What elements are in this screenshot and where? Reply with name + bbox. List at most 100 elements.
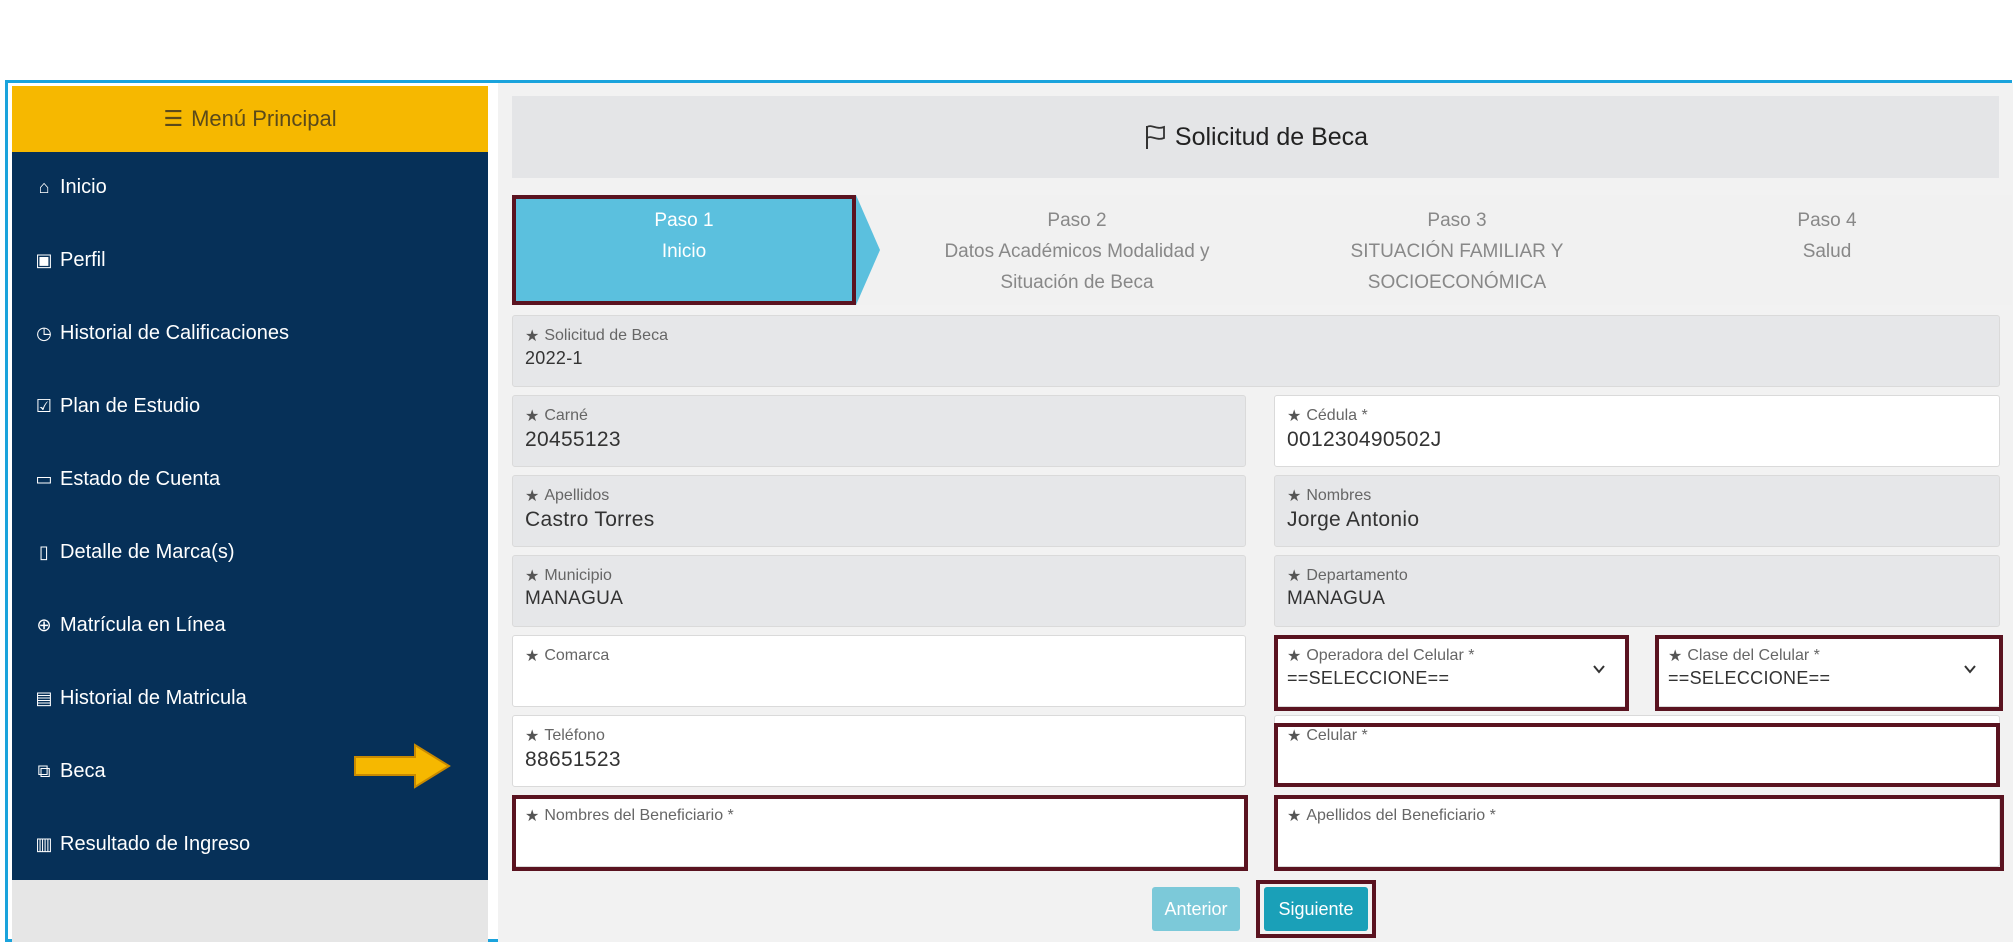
field-label: Clase del Celular * [1687,647,1820,664]
wizard-step-4[interactable]: Paso 4 Salud [1642,195,2012,305]
star-icon: ★ [525,568,540,585]
field-label: Municipio [544,567,612,584]
star-icon: ★ [1287,408,1302,425]
operadora-select[interactable]: ★ Operadora del Celular * ==SELECCIONE== [1274,635,1629,707]
cedula-field[interactable]: ★ Cédula * 001230490502J [1274,395,2000,467]
field-label: Apellidos del Beneficiario * [1306,807,1496,824]
field-label: Celular * [1306,727,1368,744]
field-value: ==SELECCIONE== [1287,668,1450,688]
checklist-icon: ☑ [35,395,53,416]
flag-icon [1145,125,1165,149]
star-icon: ★ [1287,808,1302,825]
step-number: Paso 1 [654,210,714,231]
star-icon: ★ [525,728,540,745]
sidebar-item-plan-estudio[interactable]: ☑ Plan de Estudio [32,386,200,426]
id-card-icon: ▥ [35,833,53,854]
celular-field[interactable]: ★ Celular * [1274,715,2000,787]
pointer-arrow-icon [354,743,451,789]
sidebar-footer [12,880,488,942]
app-frame: ☰ Menú Principal ⌂ Inicio ▣ Perfil ◷ His… [5,80,2013,942]
wizard-step-3[interactable]: Paso 3 SITUACIÓN FAMILIAR Y SOCIOECONÓMI… [1272,195,1642,305]
sidebar-header[interactable]: ☰ Menú Principal [12,86,488,152]
field-value: 20455123 [525,428,621,451]
document-icon: ▯ [39,541,49,562]
chevron-down-icon [1964,665,1976,674]
field-label: Cédula * [1306,407,1368,424]
folder-icon: ▭ [35,468,53,489]
scholarship-icon: ⧉ [37,760,51,781]
field-label: Carné [544,407,588,424]
star-icon: ★ [1287,648,1302,665]
sidebar-item-label: Matrícula en Línea [60,613,226,636]
field-value: MANAGUA [1287,588,1386,609]
star-icon: ★ [525,808,540,825]
field-label: Nombres [1306,487,1372,504]
sidebar-item-label: Resultado de Ingreso [60,832,251,855]
sidebar-item-estado-cuenta[interactable]: ▭ Estado de Cuenta [32,459,220,499]
apellidos-beneficiario-field[interactable]: ★ Apellidos del Beneficiario * [1274,795,2000,867]
comarca-field[interactable]: ★ Comarca [512,635,1246,707]
sidebar-item-label: Historial de Matricula [60,686,247,709]
step-1-arrow [856,195,880,305]
step-number: Paso 4 [1797,210,1857,231]
field-label: Nombres del Beneficiario * [544,807,734,824]
field-value: MANAGUA [525,588,624,609]
sidebar-item-label: Historial de Calificaciones [60,321,289,344]
sidebar-item-label: Beca [60,759,106,782]
sidebar-item-label: Detalle de Marca(s) [60,540,235,563]
star-icon: ★ [1287,568,1302,585]
wizard-steps: Paso 1 Inicio Paso 2 Datos Académicos Mo… [512,195,2012,305]
step-title: Inicio [661,241,707,262]
carne-field: ★ Carné 20455123 [512,395,1246,467]
main-content: Solicitud de Beca Paso 1 Inicio Paso 2 D… [498,83,2013,942]
sidebar-item-matricula-linea[interactable]: ⊕ Matrícula en Línea [32,605,226,645]
star-icon: ★ [525,488,540,505]
sidebar-item-label: Estado de Cuenta [60,467,221,490]
home-icon: ⌂ [38,176,50,197]
sidebar-item-inicio[interactable]: ⌂ Inicio [32,167,107,207]
step-subtitle: SOCIOECONÓMICA [1367,272,1547,293]
field-value[interactable]: 88651523 [525,748,1233,772]
sidebar-item-beca[interactable]: ⧉ Beca [32,751,106,791]
user-card-icon: ▣ [35,249,53,270]
clase-select[interactable]: ★ Clase del Celular * ==SELECCIONE== [1655,635,2000,707]
list-icon: ▤ [35,687,53,708]
step-number: Paso 3 [1427,210,1487,231]
step-number: Paso 2 [1047,210,1107,231]
apellidos-field: ★ Apellidos Castro Torres [512,475,1246,547]
star-icon: ★ [1668,648,1683,665]
field-label: Comarca [544,647,610,664]
page-title-bar: Solicitud de Beca [512,96,1999,178]
nombres-beneficiario-field[interactable]: ★ Nombres del Beneficiario * [512,795,1246,867]
step-title: Salud [1802,241,1852,262]
field-value: Castro Torres [525,508,655,531]
sidebar-item-perfil[interactable]: ▣ Perfil [32,240,106,280]
telefono-field[interactable]: ★ Teléfono 88651523 [512,715,1246,787]
field-value: ==SELECCIONE== [1668,668,1831,688]
sidebar-item-resultado-ingreso[interactable]: ▥ Resultado de Ingreso [32,824,250,864]
wizard-step-1[interactable]: Paso 1 Inicio [512,195,856,305]
sidebar-header-label: Menú Principal [191,106,337,131]
field-value: Jorge Antonio [1287,508,1420,531]
anterior-button[interactable]: Anterior [1152,887,1240,931]
sidebar-item-label: Perfil [60,248,106,271]
star-icon: ★ [1287,488,1302,505]
field-label: Teléfono [544,727,605,744]
siguiente-button[interactable]: Siguiente [1264,887,1368,931]
sidebar-item-historial-matricula[interactable]: ▤ Historial de Matricula [32,678,247,718]
field-value[interactable]: 001230490502J [1287,428,1987,452]
field-label: Departamento [1306,567,1408,584]
step-title: Datos Académicos Modalidad y [944,241,1210,262]
menu-list-icon: ☰ [163,106,184,131]
wizard-step-2[interactable]: Paso 2 Datos Académicos Modalidad y Situ… [892,195,1262,305]
field-label: Apellidos [544,487,610,504]
star-icon: ★ [525,408,540,425]
solicitud-field: ★ Solicitud de Beca 2022-1 [512,315,2000,387]
sidebar-item-detalle-marcas[interactable]: ▯ Detalle de Marca(s) [32,532,235,572]
field-value: 2022-1 [525,348,583,368]
municipio-field: ★ Municipio MANAGUA [512,555,1246,627]
sidebar-item-label: Inicio [60,175,107,198]
sidebar-item-historial-calificaciones[interactable]: ◷ Historial de Calificaciones [32,313,289,353]
field-label: Solicitud de Beca [544,327,668,344]
star-icon: ★ [525,648,540,665]
